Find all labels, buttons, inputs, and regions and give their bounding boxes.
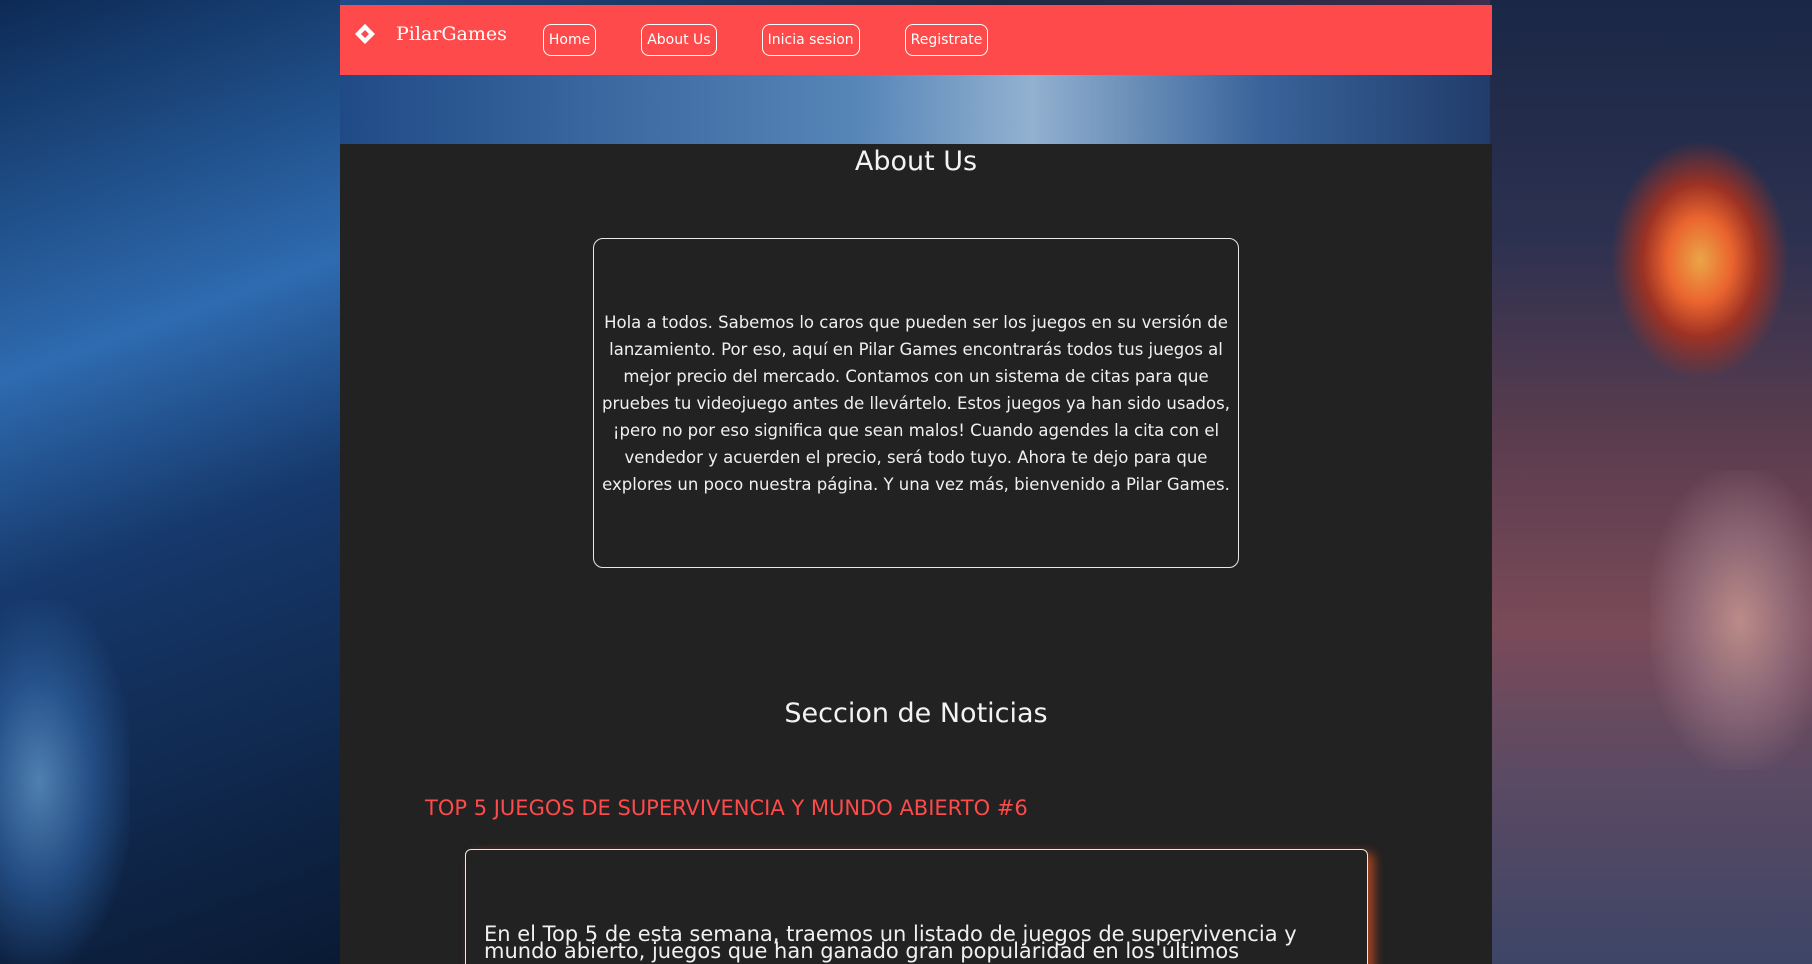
about-title: About Us xyxy=(854,146,978,177)
nav-login-button[interactable]: Inicia sesion xyxy=(761,24,860,56)
news-article-title[interactable]: TOP 5 JUEGOS DE SUPERVIVENCIA Y MUNDO AB… xyxy=(425,796,1028,820)
news-article-card: En el Top 5 de esta semana, traemos un l… xyxy=(465,849,1368,964)
background-ice-art xyxy=(0,0,340,964)
brand-name: PilarGames xyxy=(396,23,507,45)
background-sky-strip xyxy=(340,74,1492,144)
news-article-text: En el Top 5 de esta semana, traemos un l… xyxy=(484,922,1297,963)
about-box: Hola a todos. Sabemos lo caros que puede… xyxy=(593,238,1239,568)
background-demon-art xyxy=(1490,0,1812,964)
nav-about-us-button[interactable]: About Us xyxy=(641,24,717,56)
nav-register-button[interactable]: Registrate xyxy=(904,24,989,56)
diamond-logo-icon xyxy=(354,23,376,45)
main-content: About Us Hola a todos. Sabemos lo caros … xyxy=(340,144,1492,964)
nav-links: Home About Us Inicia sesion Registrate xyxy=(542,24,1034,56)
about-text: Hola a todos. Sabemos lo caros que puede… xyxy=(602,312,1230,494)
brand[interactable]: PilarGames xyxy=(354,23,507,45)
navbar: PilarGames Home About Us Inicia sesion R… xyxy=(340,5,1492,75)
nav-home-button[interactable]: Home xyxy=(542,24,597,56)
news-section-title: Seccion de Noticias xyxy=(784,698,1048,729)
